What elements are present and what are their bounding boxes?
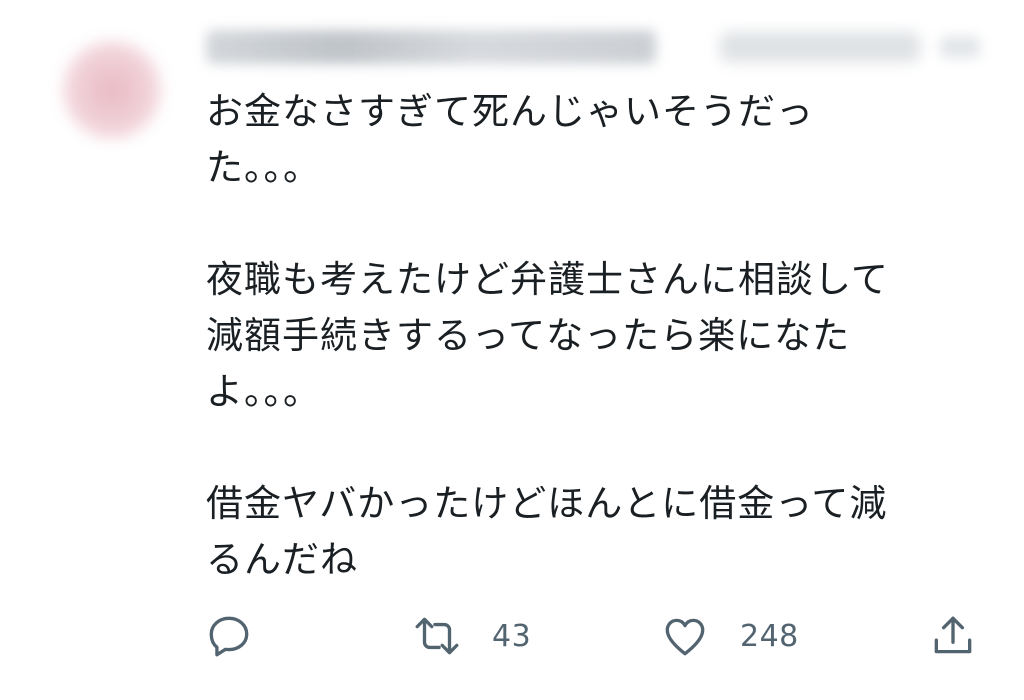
retweet-button[interactable]: 43: [412, 608, 531, 664]
tweet-line: るんだね: [206, 538, 358, 581]
tweet-line: 借金ヤバかったけどほんとに借金って減: [206, 482, 888, 525]
tweet-line: 夜職も考えたけど弁護士さんに相談して: [206, 258, 889, 301]
like-button[interactable]: 248: [660, 608, 799, 664]
share-button[interactable]: [928, 608, 978, 664]
like-count: 248: [740, 618, 799, 654]
heart-icon[interactable]: [660, 611, 710, 661]
more-options-blurred[interactable]: [940, 36, 980, 58]
timestamp-blurred[interactable]: [720, 32, 920, 62]
tweet-line: た。。。: [206, 146, 321, 189]
tweet-line: よ。。。: [206, 370, 321, 413]
tweet-line: お金なさすぎて死んじゃいそうだっ: [206, 90, 814, 133]
author-name-blurred[interactable]: [206, 30, 656, 64]
avatar[interactable]: [62, 40, 162, 140]
tweet-line: 減額手続きするってなったら楽になた: [206, 314, 851, 357]
tweet-paragraph: 借金ヤバかったけどほんとに借金って減 るんだね: [206, 476, 996, 588]
tweet-actions: 43 248: [200, 608, 990, 664]
tweet-text: お金なさすぎて死んじゃいそうだっ た。。。 夜職も考えたけど弁護士さんに相談して…: [206, 84, 996, 588]
retweet-count: 43: [492, 618, 532, 654]
share-icon[interactable]: [928, 611, 978, 661]
retweet-icon[interactable]: [412, 611, 462, 661]
reply-icon[interactable]: [204, 611, 254, 661]
tweet-paragraph: 夜職も考えたけど弁護士さんに相談して 減額手続きするってなったら楽になた よ。。…: [206, 252, 996, 420]
tweet-paragraph: お金なさすぎて死んじゃいそうだっ た。。。: [206, 84, 996, 196]
reply-button[interactable]: [204, 608, 254, 664]
tweet-header: [200, 18, 990, 74]
tweet: お金なさすぎて死んじゃいそうだっ た。。。 夜職も考えたけど弁護士さんに相談して…: [0, 0, 1024, 700]
